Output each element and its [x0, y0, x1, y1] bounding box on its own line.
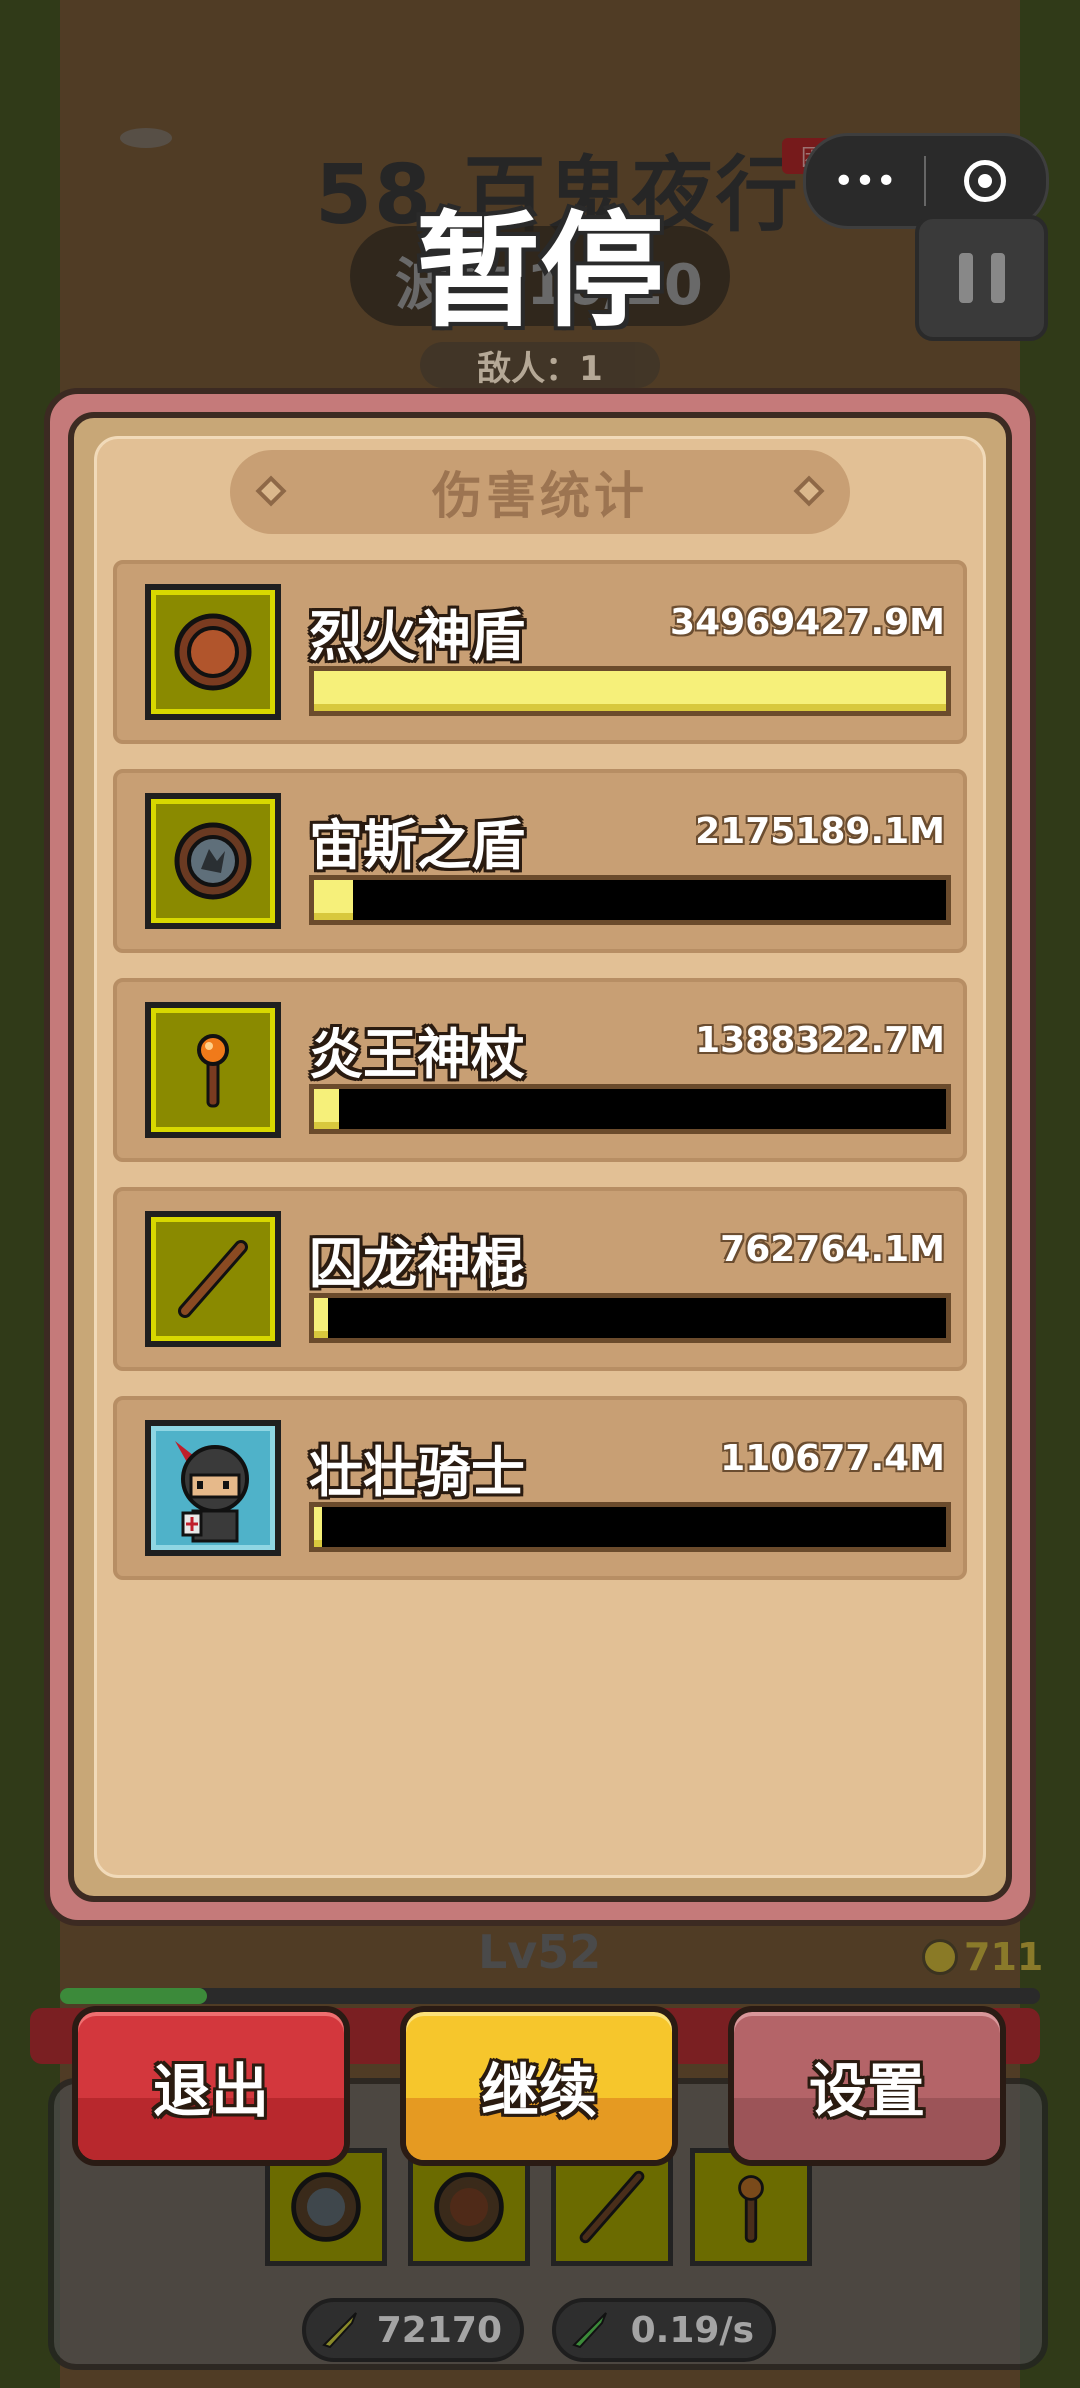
zeus-shield-icon	[145, 793, 281, 929]
pause-button[interactable]	[915, 215, 1048, 341]
damage-bar-fill	[314, 1507, 322, 1547]
continue-label: 继续	[480, 2057, 597, 2125]
fire-shield-icon	[434, 2172, 504, 2242]
dragon-staff-icon	[145, 1211, 281, 1347]
player-level: Lv52	[478, 1925, 602, 1979]
xp-bar-fill	[60, 1988, 207, 2004]
settings-label: 设置	[808, 2057, 925, 2125]
damage-value: 762764.1M	[720, 1229, 945, 1270]
flame-staff-icon	[145, 1002, 281, 1138]
zeus-shield-icon	[291, 2172, 361, 2242]
enemy-count: 敌人：1	[420, 342, 660, 389]
coin-counter: 711	[922, 1935, 1043, 1979]
diamond-icon	[255, 475, 287, 507]
knight-avatar-icon	[145, 1420, 281, 1556]
fire-shield-icon	[145, 584, 281, 720]
exit-button[interactable]: 退出	[72, 2006, 350, 2166]
damage-bar-fill	[314, 1298, 328, 1338]
dragon-staff-icon	[579, 2170, 645, 2244]
damage-bar	[309, 1502, 951, 1552]
attack-value: 72170	[376, 2309, 502, 2351]
settings-button[interactable]: 设置	[728, 2006, 1006, 2166]
item-name: 囚龙神棍	[309, 1232, 525, 1295]
continue-button[interactable]: 继续	[400, 2006, 678, 2166]
damage-bar-fill	[314, 880, 353, 920]
damage-bar-fill	[314, 671, 946, 711]
speed-sword-icon	[572, 2312, 607, 2349]
item-name: 壮壮骑士	[309, 1441, 525, 1504]
item-name: 炎王神杖	[309, 1023, 525, 1086]
damage-row: 炎王神杖 1388322.7M	[113, 978, 967, 1162]
flame-staff-icon	[738, 2175, 764, 2243]
item-name: 烈火神盾	[309, 605, 525, 668]
damage-row: 烈火神盾 34969427.9M	[113, 560, 967, 744]
damage-row: 宙斯之盾 2175189.1M	[113, 769, 967, 953]
coin-icon	[922, 1939, 958, 1975]
damage-value: 1388322.7M	[695, 1020, 945, 1061]
damage-bar-fill	[314, 1089, 339, 1129]
speed-value: 0.19/s	[630, 2309, 754, 2351]
damage-value: 2175189.1M	[695, 811, 945, 852]
damage-value: 34969427.9M	[670, 602, 945, 643]
pause-bar-icon	[990, 253, 1005, 303]
damage-bar	[309, 1293, 951, 1343]
attack-stat: 72170	[302, 2298, 524, 2362]
damage-bar	[309, 1084, 951, 1134]
damage-row: 囚龙神棍 762764.1M	[113, 1187, 967, 1371]
speed-stat: 0.19/s	[552, 2298, 776, 2362]
sword-icon	[322, 2312, 357, 2349]
exit-label: 退出	[152, 2057, 269, 2125]
diamond-icon	[793, 475, 825, 507]
pause-bar-icon	[958, 253, 973, 303]
damage-bar	[309, 666, 951, 716]
damage-row: 壮壮骑士 110677.4M	[113, 1396, 967, 1580]
damage-value: 110677.4M	[720, 1438, 945, 1479]
target-icon	[964, 160, 1006, 202]
coin-amount: 711	[964, 1935, 1044, 1979]
item-name: 宙斯之盾	[309, 814, 525, 877]
damage-bar	[309, 875, 951, 925]
panel-header: 伤害统计	[230, 450, 850, 534]
close-target-button[interactable]	[926, 160, 1044, 202]
more-dots-icon[interactable]: •••	[806, 161, 924, 202]
panel-title: 伤害统计	[432, 467, 648, 525]
xp-bar	[60, 1988, 1040, 2004]
